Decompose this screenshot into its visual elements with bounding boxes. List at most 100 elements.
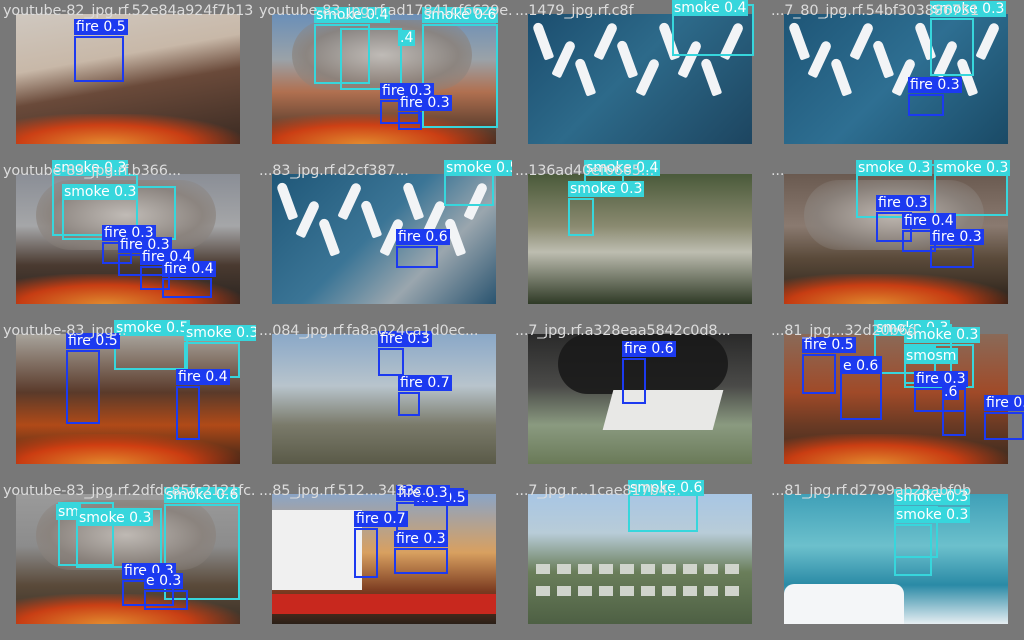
image-filename: ... bbox=[771, 163, 785, 179]
image-filename: ...7_jpg.rf.a328eaa5842c0d8... bbox=[515, 323, 731, 339]
fire-confidence-label: fire 0.6 bbox=[622, 341, 676, 357]
result-tile: ...7_jpg.r...1cae817b4... smoke 0.6 bbox=[512, 480, 768, 640]
fire-confidence-label: fire 0.4 bbox=[176, 369, 230, 385]
fire-bounding-box bbox=[66, 350, 100, 424]
fire-confidence-label: fire 0.4 bbox=[162, 261, 216, 277]
fire-bounding-box bbox=[162, 278, 212, 298]
boat-hull bbox=[975, 21, 1001, 61]
smoke-confidence-label: smoke 0.3 bbox=[62, 184, 139, 200]
image-filename: youtube-83_jpg.rf.b366... bbox=[3, 163, 181, 179]
roof-block bbox=[578, 564, 592, 574]
fire-bounding-box bbox=[378, 348, 404, 376]
result-tile: ...7_jpg.rf.a328eaa5842c0d8...fire 0.6 bbox=[512, 320, 768, 480]
boat-hull bbox=[699, 57, 723, 97]
fire-bounding-box bbox=[622, 358, 646, 404]
roof-block bbox=[599, 586, 613, 596]
fire-bounding-box bbox=[396, 246, 438, 268]
fire-confidence-label: fire 0.3 bbox=[394, 531, 448, 547]
image-filename: ...81_jpg...32d20b6d bbox=[771, 323, 917, 339]
fire-confidence-label: fire 0.6 bbox=[396, 229, 450, 245]
smoke-bounding-box bbox=[894, 524, 932, 576]
image-filename: ...81_jpg.rf.d2799ab28abf0b bbox=[771, 483, 972, 499]
smoke-bounding-box bbox=[568, 198, 594, 236]
roof-block bbox=[641, 586, 655, 596]
smoke-bounding-box bbox=[340, 28, 402, 90]
result-tile: ...81_jpg...32d20b6dsmoke 0.3smoke 0.3sm… bbox=[768, 320, 1024, 480]
boat-hull bbox=[573, 57, 597, 97]
roof-block bbox=[725, 564, 739, 574]
result-tile: ...85_jpg.rf.512...3433c...fire 0.5fire … bbox=[256, 480, 512, 640]
roof-block bbox=[536, 564, 550, 574]
roof-block bbox=[557, 586, 571, 596]
fire-confidence-label: fire 0.7 bbox=[354, 511, 408, 527]
roof-block bbox=[620, 586, 634, 596]
image-filename: ...83_jpg.rf.d2cf387... bbox=[259, 163, 409, 179]
boat-hull bbox=[807, 39, 833, 79]
fire-bounding-box bbox=[398, 392, 420, 416]
image-filename: ...1479_jpg.rf.c8f bbox=[515, 3, 634, 19]
boat-hull bbox=[551, 39, 577, 79]
image-filename: youtube-82_jpg.rf.52e84a924f7b13 ... bbox=[3, 3, 256, 19]
smoke-confidence-label: smoke 0.3 bbox=[77, 510, 154, 526]
fire-confidence-label: fire 0.3 bbox=[914, 371, 968, 387]
fire-glow bbox=[784, 434, 1008, 464]
detection-results-grid: youtube-82_jpg.rf.52e84a924f7b13 ... fir… bbox=[0, 0, 1024, 640]
roof-block bbox=[536, 586, 550, 596]
smoke-confidence-label: smoke 0.3 bbox=[856, 160, 933, 176]
smoke-confidence-label: smoke 0.3 bbox=[568, 181, 645, 197]
smoke-confidence-label: smoke 0.4 bbox=[672, 0, 749, 16]
boat-hull bbox=[615, 39, 639, 79]
fire-bounding-box bbox=[802, 354, 836, 394]
building-roof bbox=[602, 390, 724, 430]
roof-block bbox=[599, 564, 613, 574]
boat-hull bbox=[275, 181, 299, 221]
fire-bounding-box bbox=[398, 112, 422, 130]
smoke-confidence-label: .4 bbox=[398, 30, 416, 46]
image-filename: ...85_jpg.rf.512...3433c... bbox=[259, 483, 435, 499]
fire-confidence-label: .6 bbox=[942, 384, 960, 400]
fire-confidence-label: fire 0.4 bbox=[902, 213, 956, 229]
boat-hull bbox=[849, 21, 875, 61]
roof-block bbox=[557, 564, 571, 574]
fire-confidence-label: fire 0.3 bbox=[930, 229, 984, 245]
image-filename: ...136ad40ef6665... bbox=[515, 163, 654, 179]
news-banner bbox=[272, 594, 496, 614]
result-tile: ...83_jpg.rf.d2cf387... smoke 0.5 fire 0.6 bbox=[256, 160, 512, 320]
fire-bounding-box bbox=[74, 36, 124, 82]
result-tile: youtube-82_jpg.rf.52e84a924f7b13 ... fir… bbox=[0, 0, 256, 160]
result-tile: ...084_jpg.rf.fa8a024ca1d0ec... fire 0.3 f… bbox=[256, 320, 512, 480]
fire-confidence-label: fire 0.6 bbox=[984, 395, 1024, 411]
smoke-confidence-label: smoke 0.5 bbox=[444, 160, 512, 176]
result-tile: ... smoke 0.3 smoke 0.3 fire 0.3 fire 0.4 fir… bbox=[768, 160, 1024, 320]
fire-confidence-label: fire 0.3 bbox=[908, 77, 962, 93]
result-tile: ...81_jpg.rf.d2799ab28abf0b smoke 0.3 smok… bbox=[768, 480, 1024, 640]
smoke-bounding-box bbox=[930, 18, 974, 76]
image-filename: ...7_jpg.r...1cae817b4... bbox=[515, 483, 681, 499]
roof-block bbox=[683, 564, 697, 574]
result-tile: youtube-83_jpg.rf.b366... smoke 0.3 smoke … bbox=[0, 160, 256, 320]
image-filename: ...084_jpg.rf.fa8a024ca1d0ec... bbox=[259, 323, 479, 339]
fire-confidence-label: fire 0.3 bbox=[876, 195, 930, 211]
roof-block bbox=[662, 564, 676, 574]
boat-hull bbox=[593, 21, 619, 61]
roof-block bbox=[704, 564, 718, 574]
roof-block bbox=[620, 564, 634, 574]
fire-bounding-box bbox=[144, 590, 188, 610]
fire-confidence-label: e 0.6 bbox=[841, 358, 881, 374]
result-tile: ...7_80_jpg.rf.54bf303886751 smoke 0.3 fir… bbox=[768, 0, 1024, 160]
image-filename: ...7_80_jpg.rf.54bf303886751 bbox=[771, 3, 979, 19]
fire-glow bbox=[784, 274, 1008, 304]
image-filename: youtube-83_jpg.rf.2dfdc85fc2121fc... bbox=[3, 483, 256, 499]
source-image bbox=[16, 14, 240, 144]
result-tile: ...1479_jpg.rf.c8f smoke 0.4 bbox=[512, 0, 768, 160]
boat-hull bbox=[295, 199, 321, 239]
roof-block bbox=[704, 586, 718, 596]
fire-confidence-label: fire 0.5 bbox=[74, 19, 128, 35]
result-tile: youtube-83_jpg.rf.2dfdc85fc2121fc... sm sm… bbox=[0, 480, 256, 640]
fire-bounding-box bbox=[176, 386, 200, 440]
smoke-bounding-box bbox=[422, 24, 498, 128]
image-filename: youtube-83_jpg... bbox=[3, 323, 127, 339]
boat-hull bbox=[401, 181, 425, 221]
house-facade bbox=[272, 510, 362, 590]
fire-glow bbox=[16, 114, 240, 144]
